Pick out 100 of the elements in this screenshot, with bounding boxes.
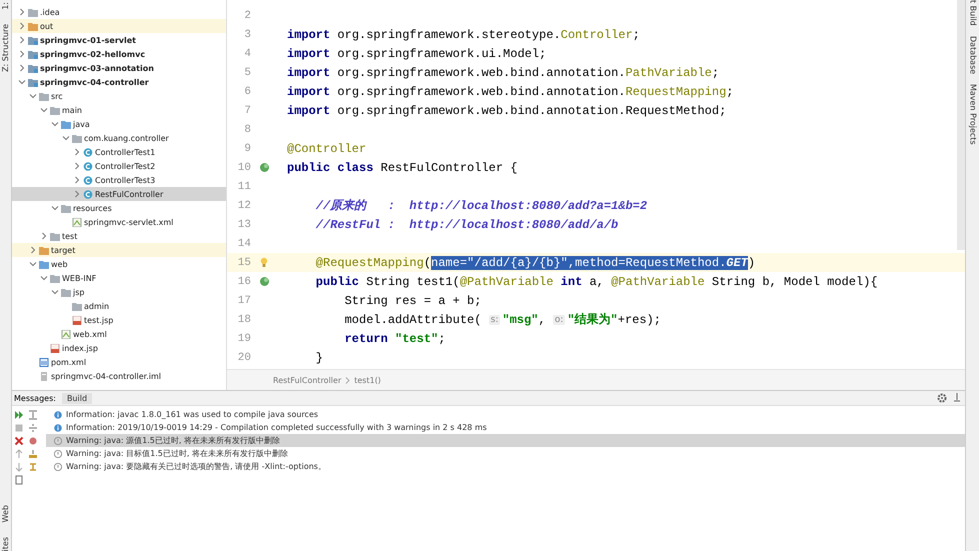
chevron-down-icon[interactable] [51,204,59,212]
panel-tab[interactable]: Build [62,392,92,404]
message-text: Warning: java: 目标值1.5已过时, 将在未来所有发行版中删除 [66,448,288,459]
tree-item[interactable]: .idea [12,5,226,19]
tree-item[interactable]: web.xml [12,327,226,341]
tree-item[interactable]: springmvc-02-hellomvc [12,47,226,61]
tree-item[interactable]: src [12,89,226,103]
tree-item[interactable]: out [12,19,226,33]
code-token: @RequestMapping [316,256,424,270]
tree-item[interactable]: java [12,117,226,131]
message-row[interactable]: Warning: java: 要隐藏有关已过时选项的警告, 请使用 -Xlint:-options。 [46,460,965,473]
tree-label: com.kuang.controller [84,134,169,142]
info-icon [54,424,62,432]
document-icon[interactable] [14,475,24,485]
tree-item[interactable]: springmvc-04-controller [12,75,226,89]
tree-label: admin [84,302,110,310]
tree-item[interactable]: test [12,229,226,243]
message-row[interactable]: Information: 2019/10/19-0019 14:29 - Compilation completed successfully with 3 warnings in 2 s 428 ms [46,421,965,434]
line-number: 15 [236,256,252,268]
scrollbar[interactable] [957,0,965,250]
code-token: RestFulController { [380,160,518,174]
code-token: @PathVariable [460,274,554,288]
message-row[interactable]: Warning: java: 目标值1.5已过时, 将在未来所有发行版中删除 [46,447,965,460]
line-number: 17 [236,294,252,306]
settings-icon[interactable] [937,393,947,403]
code-token: "test" [394,332,438,346]
pin-icon[interactable] [953,393,961,403]
bean-icon[interactable] [258,162,270,173]
tree-item[interactable]: springmvc-01-servlet [12,33,226,47]
message-text: Warning: java: 源值1.5已过时, 将在未来所有发行版中删除 [66,435,280,446]
tool-window-tab[interactable]: Database [968,36,978,74]
tree-label: java [73,120,90,128]
line-number: 20 [236,352,252,364]
tool-window-tab[interactable]: Web [0,505,10,523]
tree-item[interactable]: web [12,257,226,271]
bean-icon[interactable] [258,276,270,287]
line-number: 13 [236,218,252,230]
line-number: 19 [236,332,252,344]
tree-label: RestFulController [95,190,164,198]
code-token: "msg" [502,312,538,326]
line-number: 12 [236,200,252,212]
code-token: public [316,274,360,288]
message-row[interactable]: Warning: java: 源值1.5已过时, 将在未来所有发行版中删除 [46,434,965,447]
message-text: Warning: java: 要隐藏有关已过时选项的警告, 请使用 -Xlint:-options。 [66,461,326,472]
breadcrumb-item[interactable]: RestFulController [273,376,342,384]
tool-window-tab[interactable]: Maven Projects [968,84,978,145]
tool-window-tab[interactable]: Z: Structure [0,24,10,72]
tree-item[interactable]: pom.xml [12,355,226,369]
expand-icon[interactable] [28,423,38,433]
line-number: 6 [243,86,252,98]
code-token: ( [424,256,432,270]
folder-icon [28,36,38,44]
tree-item[interactable]: springmvc-03-annotation [12,61,226,75]
tree-label: .idea [40,8,60,16]
tree-item[interactable]: ControllerTest2 [12,159,226,173]
tree-label: springmvc-04-controller [40,78,149,86]
tree-label: out [40,22,54,30]
code-token: org.springframework.web.bind.annotation.RequestMethod; [336,104,726,118]
lightbulb-icon[interactable] [260,257,268,268]
line-number: 2 [243,10,252,22]
rerun-icon[interactable] [14,410,24,420]
arrow-down-icon[interactable] [14,462,24,472]
code-token: import [287,104,330,118]
tool-window-tab[interactable]: ites [0,536,10,551]
tree-item[interactable]: main [12,103,226,117]
tree-label: springmvc-04-controller.iml [51,372,161,380]
code-token: a, [588,274,605,288]
xml-file-icon [61,330,71,338]
message-row[interactable]: Information: javac 1.8.0_161 was used to compile java sources [46,408,965,421]
tree-item[interactable]: resources [12,201,226,215]
tree-item[interactable]: jsp [12,285,226,299]
tree-item[interactable]: ControllerTest3 [12,173,226,187]
collapse-icon[interactable] [28,410,38,420]
parameter-hint: s: [488,314,500,324]
tree-item[interactable]: springmvc-servlet.xml [12,215,226,229]
breadcrumb-item[interactable]: test1() [354,376,381,384]
tree-item[interactable]: ControllerTest1 [12,145,226,159]
tree-item[interactable]: admin [12,299,226,313]
tree-item[interactable]: springmvc-04-controller.iml [12,369,226,383]
tree-item[interactable]: RestFulController [12,187,226,201]
tree-label: main [62,106,82,114]
close-icon[interactable] [14,436,24,446]
tree-item[interactable]: com.kuang.controller [12,131,226,145]
module-file-icon [39,372,49,380]
arrow-up-icon[interactable] [14,449,24,459]
line-number: 14 [236,238,252,250]
tree-item[interactable]: WEB-INF [12,271,226,285]
tool-window-tab[interactable]: 1: [0,2,10,10]
tree-item[interactable]: test.jsp [12,313,226,327]
tree-label: springmvc-03-annotation [40,64,154,72]
code-token: +res); [618,312,661,326]
tool-window-tab[interactable]: t Build [968,0,978,26]
tree-item[interactable]: index.jsp [12,341,226,355]
code-token: //原来的 : http://localhost:8080/add?a=1&b=2 [316,198,648,214]
code-token: ; [712,66,720,80]
xml-file-icon [72,218,82,226]
warning-icon [54,436,62,444]
code-token: org.springframework.web.bind.annotation. [336,84,626,98]
tree-item[interactable]: target [12,243,226,257]
code-token: ; [438,332,446,346]
